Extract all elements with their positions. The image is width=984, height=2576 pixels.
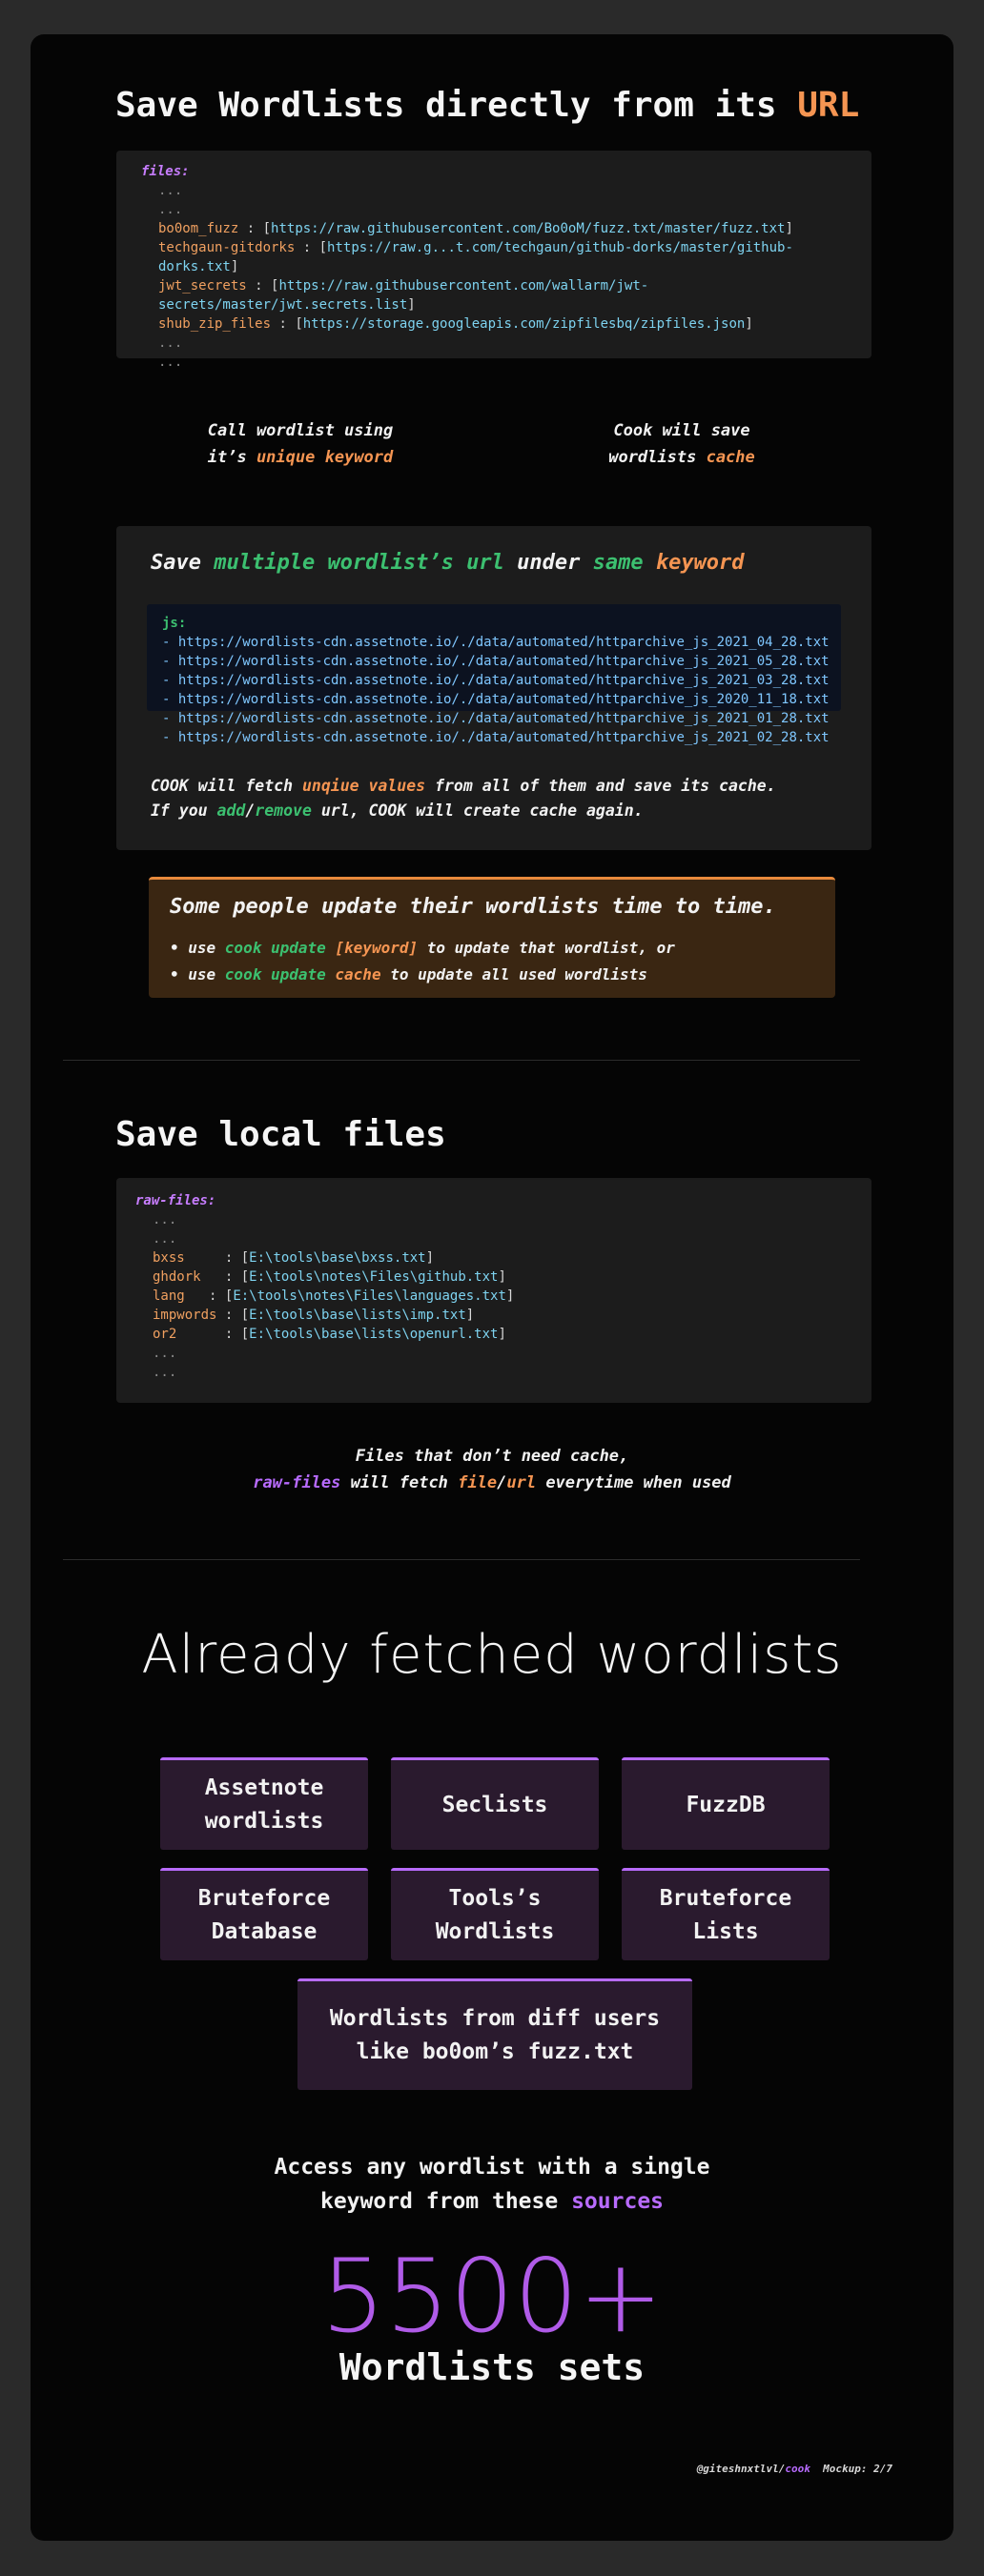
code-entry: impwords : [E:\tools\base\lists\imp.txt] (153, 1308, 475, 1323)
source-card-bruteforce-database: Bruteforce Database (160, 1868, 368, 1960)
ellipsis: ... (153, 1231, 177, 1247)
source-card-tools-wordlists: Tools’s Wordlists (391, 1868, 599, 1960)
warning-title: Some people update their wordlists time … (170, 895, 776, 919)
url-line: - https://wordlists-cdn.assetnote.io/./d… (162, 654, 830, 669)
ellipsis: ... (158, 355, 183, 370)
code-entry: techgaun-gitdorks : [https://raw.g...t.c… (158, 240, 793, 274)
code-entry: shub_zip_files : [https://storage.google… (158, 316, 753, 332)
code-entry: lang : [E:\tools\notes\Files\languages.t… (153, 1288, 515, 1304)
code-entry: jwt_secrets : [https://raw.githubusercon… (158, 278, 649, 313)
divider (63, 1060, 860, 1061)
source-card-assetnote: Assetnote wordlists (160, 1757, 368, 1850)
code-key: raw-files: (135, 1193, 216, 1208)
source-card-bruteforce-lists: Bruteforce Lists (622, 1868, 830, 1960)
raw-files-caption: Files that don’t need cache, raw-files w… (253, 1447, 731, 1492)
code-entry: ghdork : [E:\tools\notes\Files\github.tx… (153, 1269, 506, 1285)
files-code-block: files: ... ... bo0om_fuzz : [https://raw… (116, 151, 871, 370)
update-warning: Some people update their wordlists time … (149, 877, 835, 998)
code-key: js: (162, 616, 187, 631)
ellipsis: ... (153, 1212, 177, 1227)
url-line: - https://wordlists-cdn.assetnote.io/./d… (162, 711, 830, 726)
fetch-note: COOK will fetch unqiue values from all o… (151, 777, 776, 820)
multiple-url-title: Save multiple wordlist’s url under same … (151, 551, 745, 575)
wordlist-count-label: Wordlists sets (338, 2346, 646, 2388)
divider (63, 1559, 860, 1560)
raw-files-code-block: raw-files: ... ... bxss : [E:\tools\base… (116, 1178, 871, 1403)
url-line: - https://wordlists-cdn.assetnote.io/./d… (162, 635, 830, 650)
url-line: - https://wordlists-cdn.assetnote.io/./d… (162, 730, 830, 745)
access-caption: Access any wordlist with a single keywor… (274, 2155, 710, 2214)
multiple-url-box: Save multiple wordlist’s url under same … (116, 526, 871, 850)
section-title-fetched: Already fetched wordlists (141, 1624, 843, 1686)
ellipsis: ... (153, 1365, 177, 1380)
warning-list: • use cook update [keyword] to update th… (170, 935, 675, 988)
source-card-seclists: Seclists (391, 1757, 599, 1850)
warning-item: • use cook update [keyword] to update th… (170, 939, 675, 957)
caption-unique-keyword: Call wordlist using it’s unique keyword (207, 421, 394, 467)
warning-item: • use cook update cache to update all us… (170, 965, 647, 984)
source-card-fuzzdb: FuzzDB (622, 1757, 830, 1850)
caption-cache: Cook will save wordlists cache (608, 421, 755, 467)
section-title-url: Save Wordlists directly from its URL (115, 86, 860, 125)
code-key: files: (141, 164, 190, 179)
url-line: - https://wordlists-cdn.assetnote.io/./d… (162, 692, 830, 707)
wordlist-count: 5500+ (320, 2238, 664, 2355)
source-card-user-wordlists: Wordlists from diff users like bo0om’s f… (297, 1978, 692, 2090)
code-entry: bxss : [E:\tools\base\bxss.txt] (153, 1250, 435, 1266)
ellipsis: ... (158, 335, 183, 351)
ellipsis: ... (158, 183, 183, 198)
ellipsis: ... (153, 1346, 177, 1361)
ellipsis: ... (158, 202, 183, 217)
js-code-block: js: - https://wordlists-cdn.assetnote.io… (147, 604, 841, 745)
footer-credit: @giteshnxtlvl/cook Mockup: 2/7 (696, 2463, 892, 2475)
section-title-local: Save local files (115, 1115, 446, 1154)
url-line: - https://wordlists-cdn.assetnote.io/./d… (162, 673, 830, 688)
code-entry: or2 : [E:\tools\base\lists\openurl.txt] (153, 1327, 506, 1342)
code-entry: bo0om_fuzz : [https://raw.githubusercont… (158, 221, 793, 236)
